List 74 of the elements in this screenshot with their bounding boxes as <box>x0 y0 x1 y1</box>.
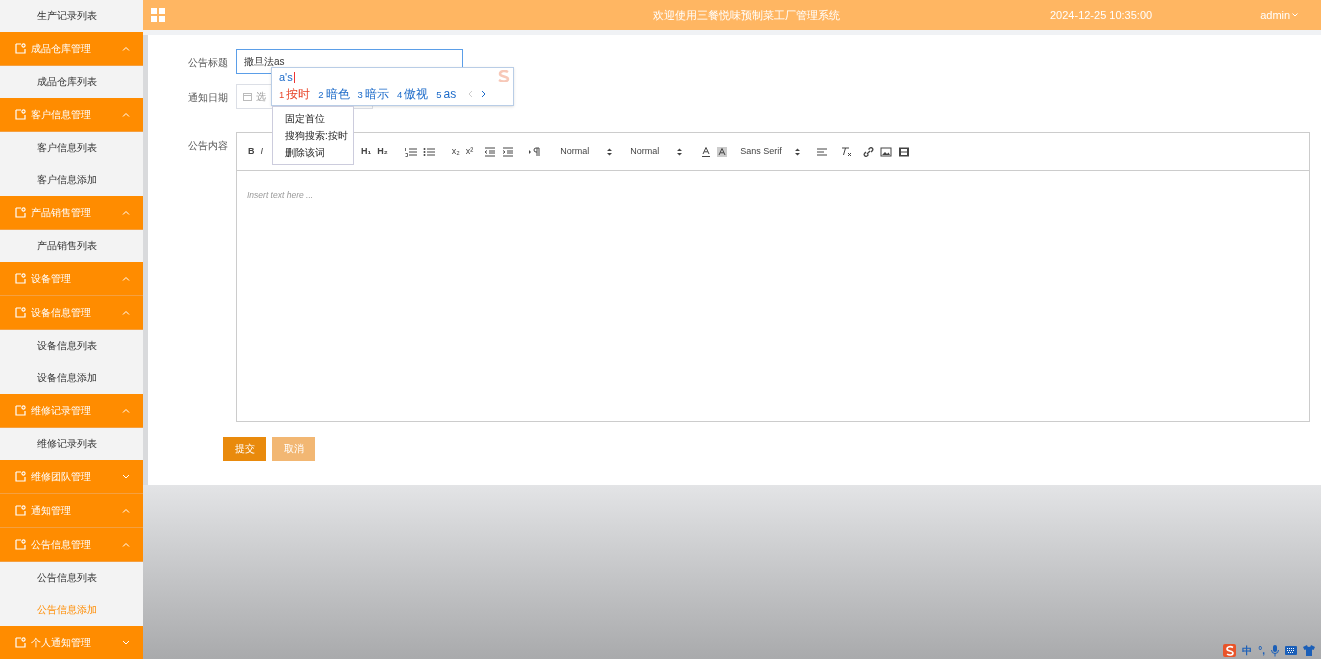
size-select[interactable]: Normal <box>560 144 613 159</box>
chevron-up-icon <box>122 210 130 215</box>
menu-item[interactable]: 设备信息添加 <box>0 362 143 394</box>
superscript-button[interactable]: x² <box>462 144 477 159</box>
note-icon <box>15 539 26 550</box>
menu-item[interactable]: 产品销售列表 <box>0 230 143 262</box>
note-icon <box>15 207 26 218</box>
menu-item[interactable]: 维修记录列表 <box>0 428 143 460</box>
sogou-logo-icon[interactable] <box>1223 644 1237 657</box>
chevron-up-icon <box>122 276 130 281</box>
chevron-up-icon <box>122 310 130 315</box>
field-label: 公告内容 <box>187 139 229 153</box>
heading-one-button[interactable]: H₁ <box>358 144 375 159</box>
ime-candidate[interactable]: 5 as <box>436 85 457 103</box>
ime-candidate[interactable]: 1 按时 <box>279 85 311 103</box>
indent-icon[interactable] <box>502 146 515 157</box>
note-icon <box>15 273 26 284</box>
menu-item[interactable]: 设备信息列表 <box>0 330 143 362</box>
chevron-up-icon <box>122 46 130 51</box>
chevron-up-icon <box>122 112 130 117</box>
note-icon <box>15 637 26 648</box>
clear-format-icon[interactable] <box>840 146 853 157</box>
menu-item[interactable]: 客户信息添加 <box>0 164 143 196</box>
heading-two-button[interactable]: H₂ <box>374 144 391 159</box>
menu-item[interactable]: 成品仓库列表 <box>0 66 143 98</box>
ime-candidate[interactable]: 3 暗示 <box>357 85 389 103</box>
chevron-up-icon <box>122 508 130 513</box>
align-icon[interactable] <box>816 146 829 157</box>
calendar-icon <box>243 92 252 101</box>
chevron-right-icon[interactable] <box>481 90 487 98</box>
field-label: 公告标题 <box>187 56 229 70</box>
app-title: 欢迎使用三餐悦味预制菜工厂管理系统 <box>653 7 840 23</box>
background-color-icon[interactable] <box>716 146 729 157</box>
italic-button[interactable]: I <box>257 144 266 159</box>
date-time: 2024-12-25 10:35:00 <box>1050 7 1153 23</box>
ordered-list-icon[interactable] <box>404 146 417 157</box>
chevron-down-icon <box>122 640 130 645</box>
link-icon[interactable] <box>862 146 875 157</box>
outdent-icon[interactable] <box>484 146 497 157</box>
header-select[interactable]: Normal <box>630 144 683 159</box>
select-arrows-icon <box>795 147 801 156</box>
video-icon[interactable] <box>898 146 911 157</box>
select-arrows-icon <box>607 147 613 156</box>
menu-item[interactable]: 客户信息列表 <box>0 132 143 164</box>
image-icon[interactable] <box>880 146 893 157</box>
select-arrows-icon <box>677 147 683 156</box>
note-icon <box>15 471 26 482</box>
chevron-down-icon <box>1292 13 1299 17</box>
font-select[interactable]: Sans Serif <box>740 144 801 159</box>
ime-candidate[interactable]: 4 傲视 <box>396 85 429 103</box>
chevron-up-icon <box>122 408 130 413</box>
editor-placeholder: Insert text here ... <box>247 190 314 200</box>
shirt-icon[interactable] <box>1303 645 1315 656</box>
note-icon <box>15 505 26 516</box>
context-menu-item[interactable]: 删除该词 <box>273 144 353 161</box>
microphone-icon[interactable] <box>1271 644 1279 657</box>
chevron-down-icon <box>122 474 130 479</box>
paragraph-direction-icon[interactable] <box>528 146 541 157</box>
keyboard-icon[interactable] <box>1285 646 1297 655</box>
subscript-button[interactable]: x₂ <box>448 144 463 159</box>
menu-item[interactable]: 公告信息列表 <box>0 562 143 594</box>
field-label: 通知日期 <box>187 91 229 105</box>
bold-button[interactable]: B <box>245 144 258 159</box>
text-color-icon[interactable] <box>700 146 713 157</box>
chevron-up-icon <box>122 542 130 547</box>
sogou-logo-icon <box>497 70 511 82</box>
note-icon <box>15 43 26 54</box>
note-icon <box>15 405 26 416</box>
ime-candidate[interactable]: 2 暗色 <box>318 85 350 103</box>
context-menu-item[interactable]: 固定首位 <box>273 110 353 127</box>
bullet-list-icon[interactable] <box>422 146 435 157</box>
note-icon <box>15 307 26 318</box>
note-icon <box>15 109 26 120</box>
menu-item[interactable]: 生产记录列表 <box>0 0 143 32</box>
